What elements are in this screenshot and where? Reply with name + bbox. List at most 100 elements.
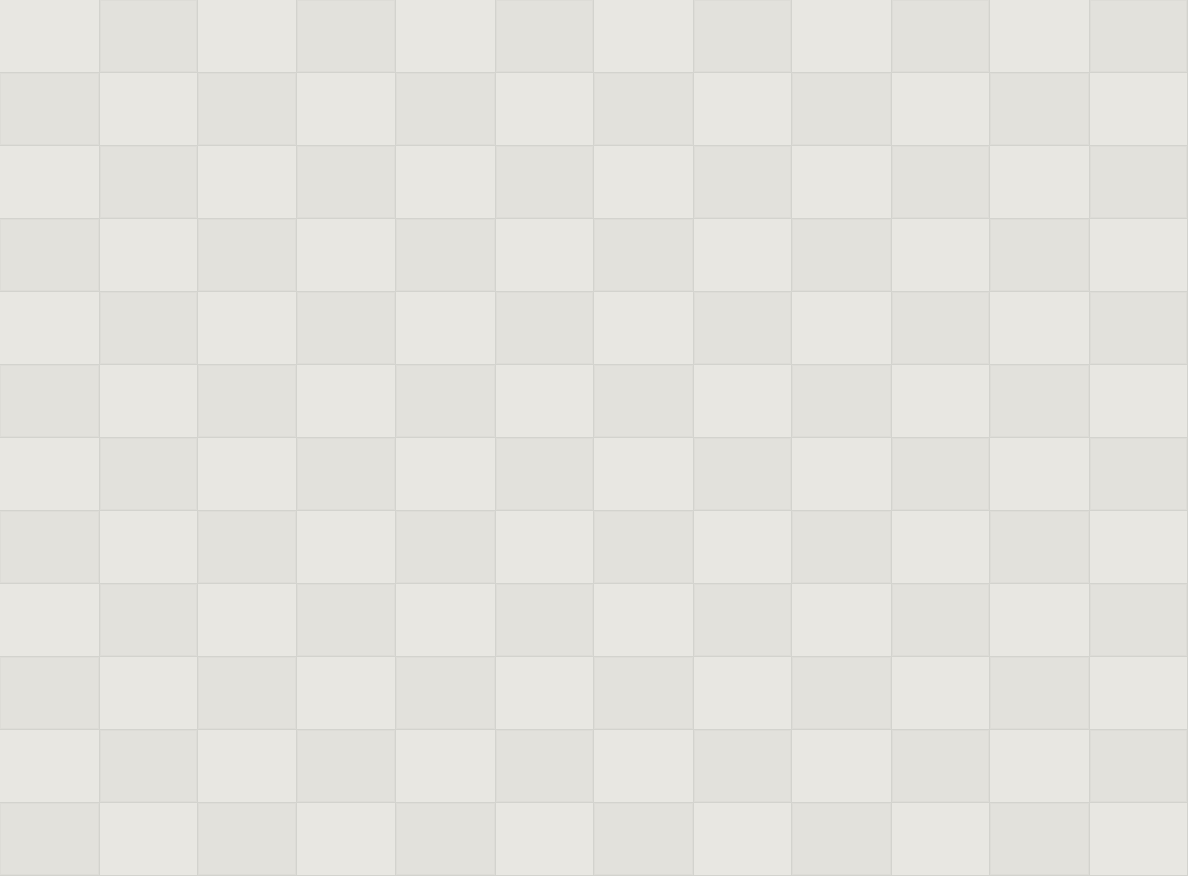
grid-tile [990, 365, 1090, 438]
grid-tile [396, 730, 496, 803]
grid-tile [694, 657, 792, 730]
grid-tile [396, 146, 496, 219]
grid-tile [594, 0, 694, 73]
grid-tile [496, 730, 594, 803]
grid-tile [100, 657, 198, 730]
grid-tile [297, 73, 396, 146]
grid-tile [198, 511, 297, 584]
grid-tile [100, 511, 198, 584]
grid-tile [396, 511, 496, 584]
grid-tile [100, 803, 198, 876]
grid-tile [990, 584, 1090, 657]
grid-tile [1090, 146, 1188, 219]
grid-tile [100, 365, 198, 438]
grid-tile [0, 511, 100, 584]
grid-tile [100, 219, 198, 292]
grid-tile [694, 438, 792, 511]
grid-tile [198, 73, 297, 146]
grid-tile [198, 146, 297, 219]
grid-tile [694, 73, 792, 146]
grid-tile [0, 219, 100, 292]
grid-tile [694, 0, 792, 73]
grid-tile [0, 365, 100, 438]
grid-tile [198, 0, 297, 73]
grid-tile [0, 803, 100, 876]
grid-tile [396, 0, 496, 73]
grid-tile [297, 730, 396, 803]
grid-tile [1090, 219, 1188, 292]
grid-tile [496, 803, 594, 876]
grid-tile [297, 438, 396, 511]
grid-tile [990, 73, 1090, 146]
grid-tile [496, 657, 594, 730]
grid-tile [792, 365, 892, 438]
grid-tile [496, 584, 594, 657]
grid-tile [594, 803, 694, 876]
grid-tile [0, 292, 100, 365]
grid-tile [396, 657, 496, 730]
grid-tile [100, 73, 198, 146]
grid-tile [990, 438, 1090, 511]
grid-tile [396, 438, 496, 511]
grid-tile [396, 219, 496, 292]
grid-tile [396, 365, 496, 438]
grid-tile [594, 438, 694, 511]
grid-tile [1090, 730, 1188, 803]
tile-grid [0, 0, 1188, 876]
grid-tile [297, 511, 396, 584]
grid-tile [792, 73, 892, 146]
grid-tile [594, 292, 694, 365]
grid-tile [100, 292, 198, 365]
grid-tile [792, 511, 892, 584]
grid-tile [297, 803, 396, 876]
grid-tile [594, 730, 694, 803]
grid-tile [694, 219, 792, 292]
grid-tile [892, 292, 990, 365]
grid-tile [694, 730, 792, 803]
grid-tile [297, 584, 396, 657]
grid-tile [892, 584, 990, 657]
grid-tile [594, 146, 694, 219]
grid-tile [198, 803, 297, 876]
grid-tile [594, 584, 694, 657]
grid-tile [990, 146, 1090, 219]
grid-tile [792, 438, 892, 511]
grid-tile [297, 365, 396, 438]
grid-tile [496, 219, 594, 292]
grid-tile [892, 365, 990, 438]
grid-tile [198, 584, 297, 657]
grid-tile [792, 219, 892, 292]
grid-tile [297, 146, 396, 219]
grid-tile [496, 438, 594, 511]
grid-tile [892, 219, 990, 292]
grid-tile [396, 73, 496, 146]
grid-tile [198, 365, 297, 438]
grid-tile [990, 292, 1090, 365]
grid-tile [694, 584, 792, 657]
grid-tile [297, 657, 396, 730]
grid-tile [1090, 657, 1188, 730]
grid-tile [1090, 365, 1188, 438]
grid-tile [892, 146, 990, 219]
grid-tile [792, 730, 892, 803]
grid-tile [792, 803, 892, 876]
grid-tile [496, 0, 594, 73]
grid-tile [496, 511, 594, 584]
grid-tile [990, 219, 1090, 292]
grid-tile [496, 365, 594, 438]
grid-tile [396, 584, 496, 657]
grid-tile [694, 803, 792, 876]
grid-tile [100, 0, 198, 73]
grid-tile [198, 219, 297, 292]
grid-tile [1090, 438, 1188, 511]
grid-tile [496, 73, 594, 146]
grid-tile [1090, 292, 1188, 365]
grid-tile [297, 0, 396, 73]
grid-tile [694, 146, 792, 219]
grid-tile [792, 146, 892, 219]
grid-tile [0, 146, 100, 219]
grid-tile [198, 292, 297, 365]
grid-tile [0, 0, 100, 73]
grid-tile [198, 657, 297, 730]
grid-tile [694, 511, 792, 584]
